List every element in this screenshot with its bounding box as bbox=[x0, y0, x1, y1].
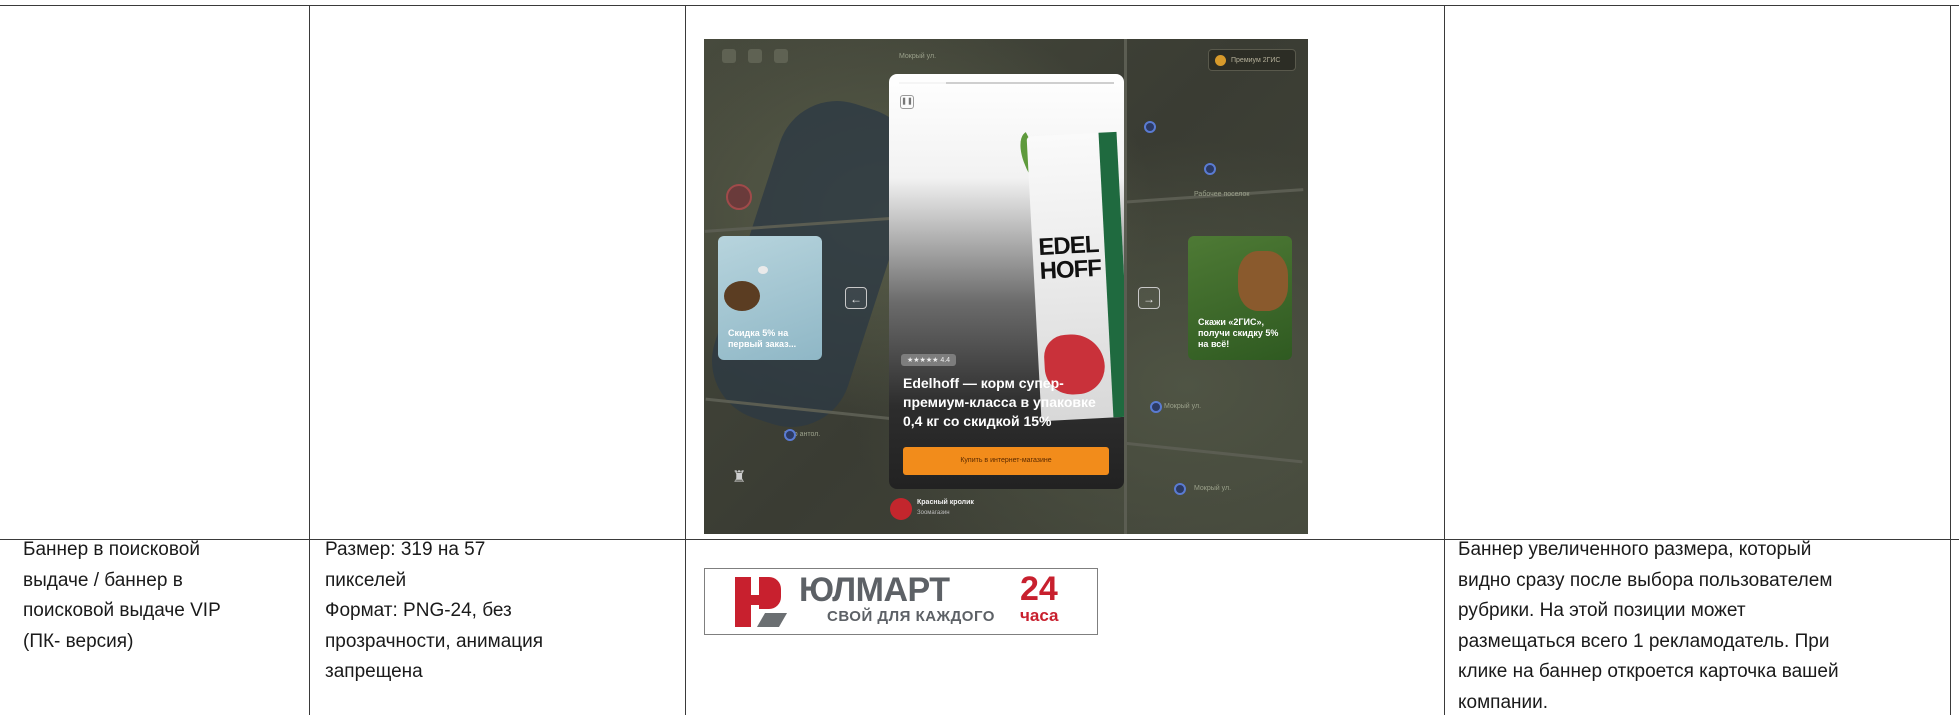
description-cell: Баннер увеличенного размера, который вид… bbox=[1458, 539, 1839, 713]
map-poi bbox=[1144, 121, 1156, 133]
pause-icon[interactable]: ❚❚ bbox=[900, 95, 914, 109]
yulmart-banner: ЮЛМАРТ СВОЙ ДЛЯ КАЖДОГО 24 часа bbox=[704, 568, 1098, 635]
map-poi bbox=[784, 429, 796, 441]
premium-button[interactable]: Премиум 2ГИС bbox=[1208, 49, 1296, 71]
map-poi bbox=[1150, 401, 1162, 413]
map-road bbox=[1124, 39, 1127, 534]
story-progress-fill bbox=[899, 82, 947, 84]
map-label: Мокрый ул. bbox=[1194, 485, 1232, 492]
stories-screenshot: Мокрый ул. Мир антол. Мокрый ул. Мокрый … bbox=[704, 39, 1308, 534]
gear-icon[interactable] bbox=[722, 49, 736, 63]
rabbit-icon: ♜ bbox=[732, 469, 747, 486]
story-preview-left[interactable]: Скидка 5% на первый заказ... bbox=[718, 236, 822, 360]
arrow-right-icon[interactable]: → bbox=[1138, 287, 1160, 309]
banner-number: 24 bbox=[1020, 570, 1058, 608]
banner-hours: часа bbox=[1020, 606, 1059, 625]
story-preview-right[interactable]: Скажи «2ГИС», получи скидку 5% на всё! bbox=[1188, 236, 1292, 360]
table-col-divider-3 bbox=[1444, 5, 1445, 715]
placement-cell: Баннер в поисковой выдаче / баннер в пои… bbox=[23, 539, 221, 652]
story-progress-bar bbox=[899, 82, 1114, 84]
table-col-divider-1 bbox=[309, 5, 310, 715]
shop-logo-icon[interactable] bbox=[890, 498, 912, 520]
map-label: Мокрый ул. bbox=[899, 53, 937, 60]
shop-type: Зоомагазин bbox=[917, 510, 950, 516]
cat-icon[interactable] bbox=[774, 49, 788, 63]
arrow-left-icon[interactable]: ← bbox=[845, 287, 867, 309]
table-col-divider-2 bbox=[685, 5, 686, 715]
shop-name[interactable]: Красный кролик bbox=[917, 499, 974, 506]
banner-tagline: СВОЙ ДЛЯ КАЖДОГО bbox=[827, 608, 995, 625]
buy-online-button[interactable]: Купить в интернет-магазине bbox=[903, 447, 1109, 475]
map-poi bbox=[1204, 163, 1216, 175]
table-border-top bbox=[0, 5, 1959, 6]
table-border-right bbox=[1950, 5, 1951, 715]
story-preview-right-text: Скажи «2ГИС», получи скидку 5% на всё! bbox=[1198, 317, 1279, 349]
map-label: Мокрый ул. bbox=[1164, 403, 1202, 410]
story-card: ❚❚ EDEL HOFF ★★★★★ 4.4 Edelhoff — корм с… bbox=[889, 74, 1124, 489]
map-poi bbox=[1174, 483, 1186, 495]
close-icon[interactable] bbox=[748, 49, 762, 63]
story-title: Edelhoff — корм супер-премиум-класса в у… bbox=[903, 375, 1096, 429]
food-bowl-image bbox=[724, 281, 760, 311]
pack-brand-text: EDEL HOFF bbox=[1037, 230, 1102, 286]
map-label: Рабочее поселок bbox=[1194, 191, 1250, 198]
yulmart-logo-icon bbox=[735, 577, 788, 627]
story-preview-left-text: Скидка 5% на первый заказ... bbox=[728, 328, 797, 349]
banner-title: ЮЛМАРТ bbox=[799, 571, 950, 609]
dog-image bbox=[1238, 251, 1288, 311]
map-toolbar bbox=[722, 49, 788, 63]
rating-badge: ★★★★★ 4.4 bbox=[901, 354, 957, 366]
mouse-toy-image bbox=[758, 266, 768, 274]
specs-cell: Размер: 319 на 57 пикселей Формат: PNG-2… bbox=[325, 539, 544, 682]
heart-icon[interactable] bbox=[726, 184, 752, 210]
